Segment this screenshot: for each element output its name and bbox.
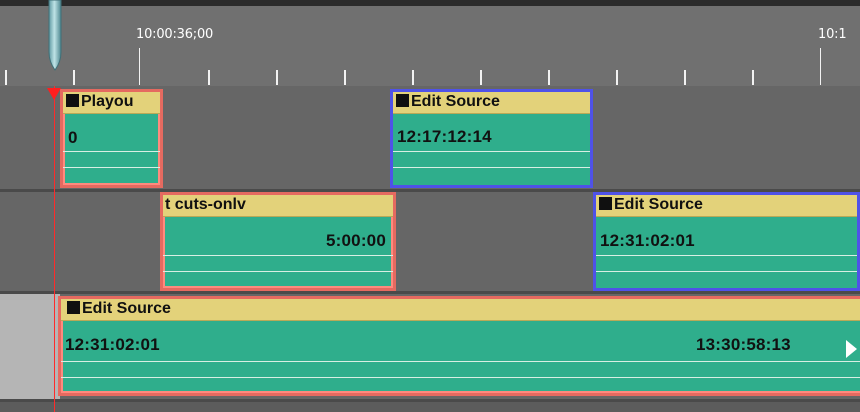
clip-divider [163,271,393,272]
clip-divider [163,255,393,256]
ruler-tick [412,70,414,85]
timeline-clip[interactable]: t cuts-onlv 5:00:00 [160,192,396,291]
clip-timecode: 5:00:00 [326,231,386,250]
clip-square-icon [599,197,612,210]
timeline-editor: 10:00:36;00 10:1 Playou 0 Edit Source 12… [0,0,860,412]
video-track-1: Playou 0 Edit Source 12:17:12:14 [0,86,860,192]
ruler-timecode-label-right: 10:1 [818,27,847,42]
ruler-tick [208,70,210,85]
clip-end-timecode: 13:30:58:13 [696,335,791,354]
ruler-major-tick [139,48,140,85]
timeline-clip[interactable]: Edit Source 12:17:12:14 [390,89,593,188]
clip-divider [596,271,857,272]
clip-timecode: 12:31:02:01 [600,231,695,250]
clip-title: Edit Source [82,300,171,317]
clip-title: t cuts-onlv [165,196,246,213]
clip-title: Edit Source [614,196,703,213]
clip-title: Edit Source [411,93,500,110]
ruler-tick [752,70,754,85]
clip-header: Edit Source [393,92,590,114]
ruler-tick [480,70,482,85]
clip-title: Playou [81,93,134,110]
clip-start-timecode: 12:31:02:01 [65,335,160,354]
clip-header: Playou [63,92,160,114]
clip-timecode: 0 [68,128,78,147]
track-gutter [0,294,60,399]
timecode-ruler[interactable]: 10:00:36;00 10:1 [0,0,860,92]
playhead-line[interactable] [54,86,55,412]
scrubber-handle-icon[interactable] [46,0,64,72]
clip-header: t cuts-onlv [163,195,393,217]
clip-square-icon [66,94,79,107]
ruler-tick [616,70,618,85]
ruler-tick [684,70,686,85]
timeline-clip[interactable]: Playou 0 [60,89,163,188]
ruler-major-tick [820,48,821,85]
clip-divider [393,151,590,152]
clip-square-icon [396,94,409,107]
clip-timecode: 12:17:12:14 [397,127,492,146]
clip-square-icon [67,301,80,314]
clip-divider [63,151,160,152]
ruler-tick [344,70,346,85]
playhead-marker-icon[interactable] [47,88,61,100]
clip-header: Edit Source [61,299,860,321]
ruler-tick [276,70,278,85]
clip-divider [393,167,590,168]
timeline-clip[interactable]: Edit Source 12:31:02:01 [593,192,860,291]
clip-divider [596,255,857,256]
timeline-footer [0,402,860,412]
ruler-tick [5,70,7,85]
clip-divider [61,377,860,378]
timeline-clip[interactable]: Edit Source 12:31:02:01 13:30:58:13 [58,296,860,396]
ruler-tick [73,70,75,85]
ruler-tick [548,70,550,85]
video-track-3: Edit Source 12:31:02:01 13:30:58:13 [0,294,860,402]
video-track-2: t cuts-onlv 5:00:00 Edit Source 12:31:02… [0,192,860,294]
clip-divider [61,361,860,362]
clip-divider [63,167,160,168]
clip-header: Edit Source [596,195,857,217]
continue-arrow-icon[interactable] [846,340,857,358]
ruler-timecode-label: 10:00:36;00 [136,27,214,42]
